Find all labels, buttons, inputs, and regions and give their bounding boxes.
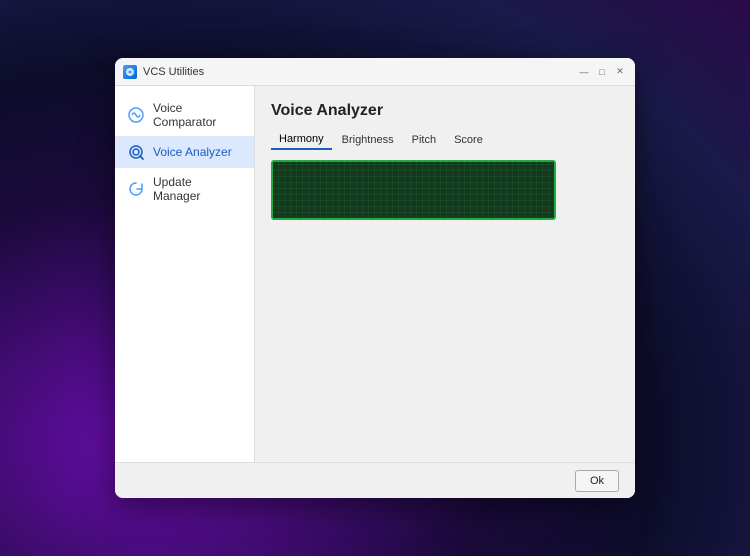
sidebar-item-voice-analyzer[interactable]: Voice Analyzer	[115, 136, 254, 168]
ok-button[interactable]: Ok	[575, 470, 619, 492]
sidebar-item-voice-comparator[interactable]: Voice Comparator	[115, 94, 254, 136]
tab-harmony[interactable]: Harmony	[271, 130, 332, 150]
visualizer-grid	[273, 162, 554, 218]
window-controls: — □ ✕	[577, 65, 627, 79]
voice-analyzer-icon	[127, 143, 145, 161]
window-title: VCS Utilities	[143, 66, 577, 78]
main-window: VCS Utilities — □ ✕ Voice Comparator	[115, 58, 635, 498]
title-bar: VCS Utilities — □ ✕	[115, 58, 635, 86]
sidebar-label-update-manager: Update Manager	[153, 175, 242, 203]
page-title: Voice Analyzer	[271, 102, 619, 120]
tab-bar: Harmony Brightness Pitch Score	[271, 130, 619, 150]
sidebar: Voice Comparator Voice Analyzer	[115, 86, 255, 462]
sidebar-item-update-manager[interactable]: Update Manager	[115, 168, 254, 210]
sidebar-label-voice-analyzer: Voice Analyzer	[153, 145, 232, 159]
maximize-button[interactable]: □	[595, 65, 609, 79]
window-body: Voice Comparator Voice Analyzer	[115, 86, 635, 462]
tab-brightness[interactable]: Brightness	[334, 130, 402, 150]
footer: Ok	[115, 462, 635, 498]
close-button[interactable]: ✕	[613, 65, 627, 79]
tab-score[interactable]: Score	[446, 130, 491, 150]
app-icon	[123, 65, 137, 79]
tab-pitch[interactable]: Pitch	[404, 130, 444, 150]
main-content: Voice Analyzer Harmony Brightness Pitch …	[255, 86, 635, 462]
sidebar-label-voice-comparator: Voice Comparator	[153, 101, 242, 129]
voice-comparator-icon	[127, 106, 145, 124]
update-manager-icon	[127, 180, 145, 198]
minimize-button[interactable]: —	[577, 65, 591, 79]
visualizer-display	[271, 160, 556, 220]
